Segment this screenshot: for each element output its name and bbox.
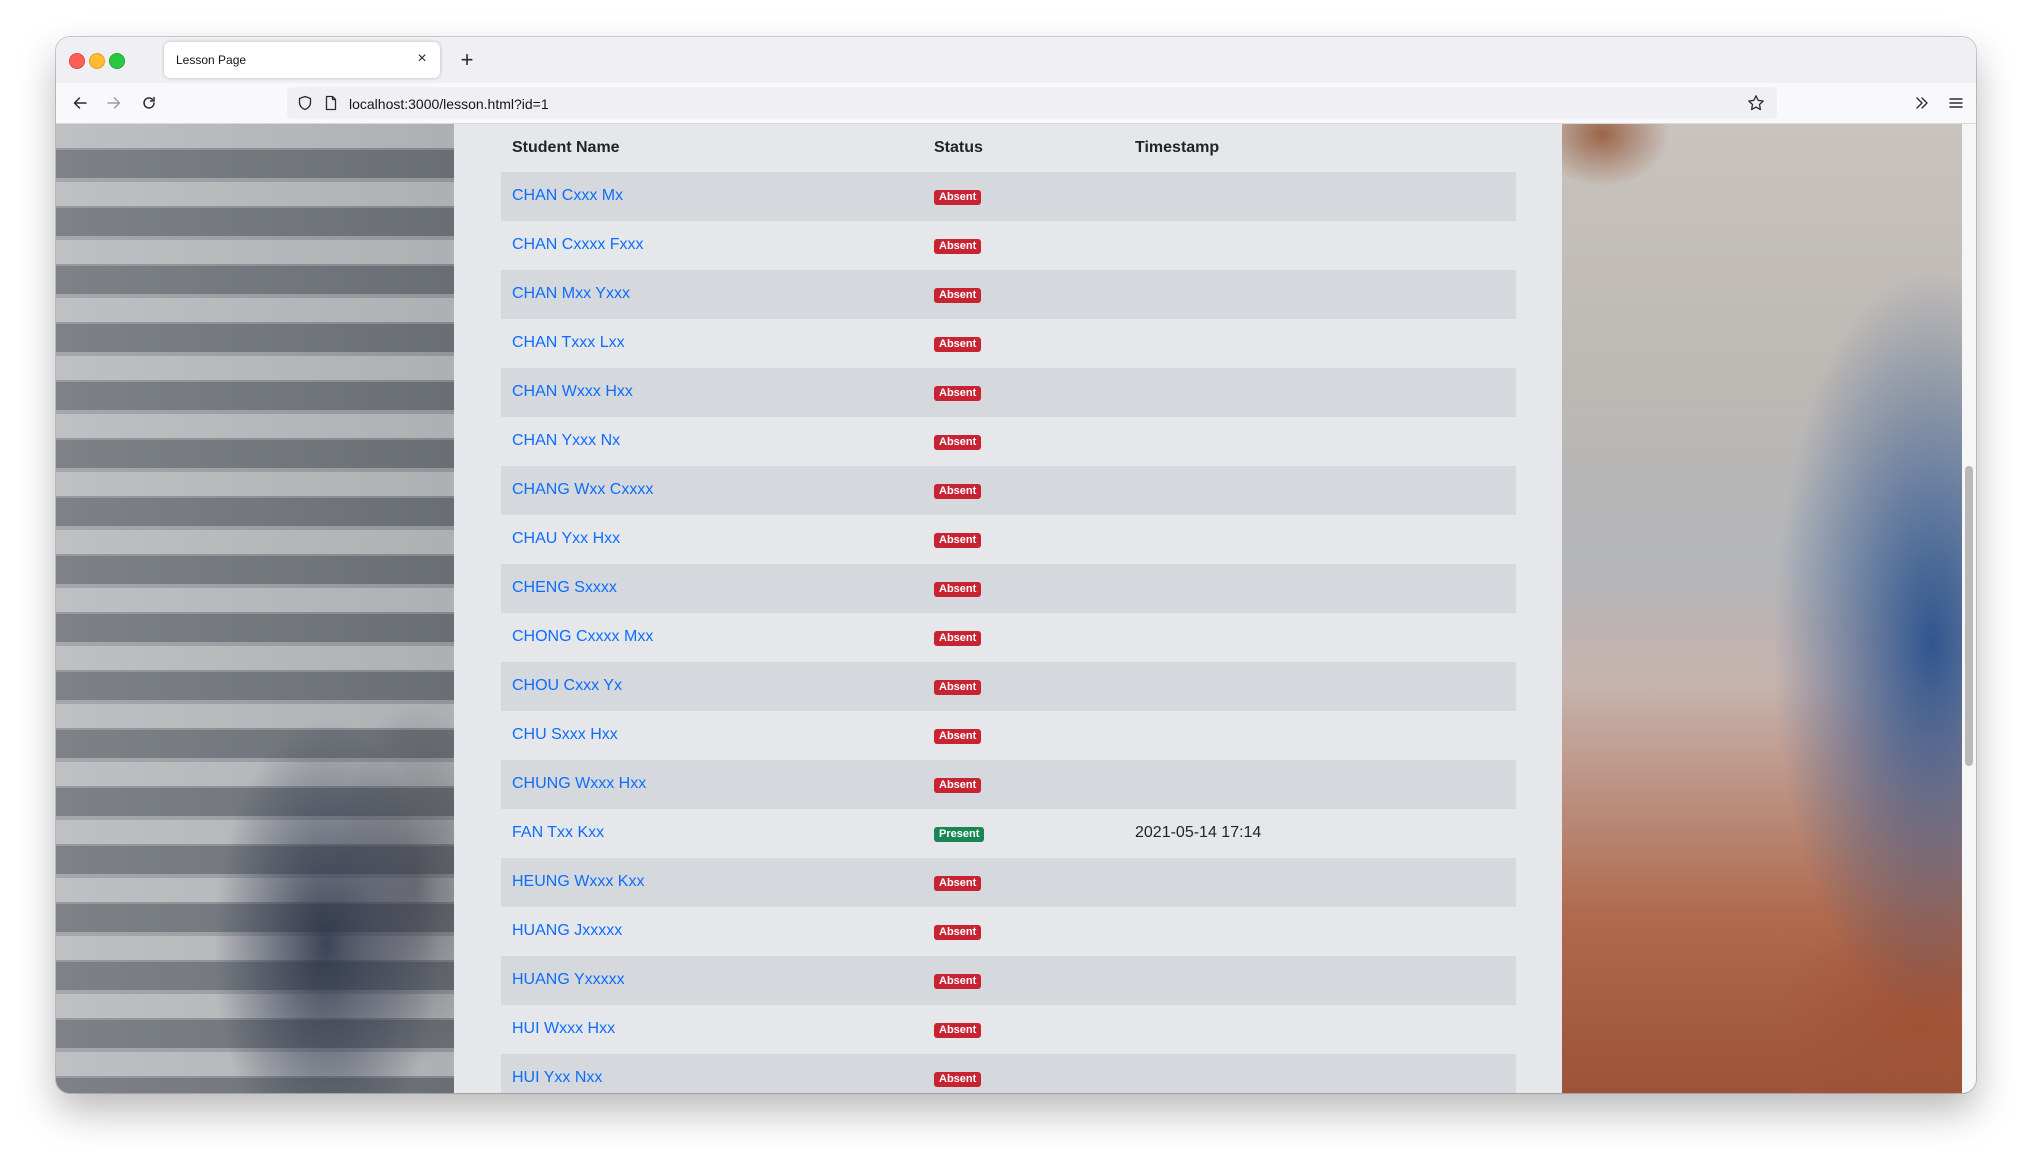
student-name-link[interactable]: CHAN Mxx Yxxx (512, 285, 630, 303)
timestamp-cell: 2021-05-14 17:14 (1135, 824, 1262, 841)
status-badge: Absent (934, 582, 982, 597)
overflow-menu-button[interactable] (1908, 89, 1936, 117)
status-badge: Absent (934, 1072, 982, 1087)
status-badge: Absent (934, 680, 982, 695)
arrow-left-icon (73, 97, 87, 109)
status-badge: Absent (934, 190, 982, 205)
browser-window: Lesson Page × + localhost:3000/lesson.ht… (56, 37, 1976, 1093)
tab-title: Lesson Page (176, 53, 247, 67)
tab-strip: Lesson Page × + (56, 37, 1976, 83)
status-badge: Absent (934, 925, 982, 940)
status-badge: Absent (934, 778, 982, 793)
status-badge: Absent (934, 533, 982, 548)
student-name-link[interactable]: CHAN Cxxxx Fxxx (512, 236, 644, 254)
student-name-link[interactable]: CHU Sxxx Hxx (512, 726, 618, 744)
status-badge: Absent (934, 876, 982, 891)
student-name-link[interactable]: CHOU Cxxx Yx (512, 677, 622, 695)
status-badge: Absent (934, 386, 982, 401)
app-menu-button[interactable] (1942, 89, 1970, 117)
close-tab-icon[interactable]: × (412, 49, 432, 69)
page-viewport: Student Name Status Timestamp CHAN Cxxx … (56, 124, 1976, 1093)
table-row: FAN Txx Kxx Present 2021-05-14 17:14 (501, 809, 1516, 858)
table-header: Student Name Status Timestamp (501, 124, 1516, 172)
table-row: HUANG Jxxxxx Absent (501, 907, 1516, 956)
table-row: CHU Sxxx Hxx Absent (501, 711, 1516, 760)
arrow-right-icon (107, 97, 121, 109)
table-body: CHAN Cxxx Mx Absent CHAN Cxxxx Fxxx Absent C… (501, 172, 1516, 1093)
student-name-link[interactable]: HUANG Jxxxxx (512, 922, 622, 940)
status-badge: Absent (934, 729, 982, 744)
table-row: HUI Wxxx Hxx Absent (501, 1005, 1516, 1054)
status-badge: Absent (934, 631, 982, 646)
student-name-link[interactable]: CHAN Cxxx Mx (512, 187, 623, 205)
student-name-link[interactable]: CHAN Txxx Lxx (512, 334, 625, 352)
column-header-student-name: Student Name (512, 139, 620, 156)
table-row: CHENG Sxxxx Absent (501, 564, 1516, 613)
chevrons-right-icon (1916, 97, 1928, 109)
page-icon[interactable] (323, 95, 339, 111)
status-badge: Absent (934, 239, 982, 254)
attendance-table: Student Name Status Timestamp CHAN Cxxx … (501, 124, 1516, 1093)
scrollbar-thumb[interactable] (1965, 466, 1973, 766)
status-badge: Absent (934, 974, 982, 989)
student-name-link[interactable]: HUI Yxx Nxx (512, 1069, 602, 1087)
table-row: CHUNG Wxxx Hxx Absent (501, 760, 1516, 809)
url-bar[interactable]: localhost:3000/lesson.html?id=1 (287, 87, 1777, 119)
minimize-window-button[interactable] (89, 53, 105, 69)
hamburger-menu-icon (1949, 98, 1963, 108)
back-button[interactable] (66, 89, 94, 117)
student-name-link[interactable]: CHONG Cxxxx Mxx (512, 628, 653, 646)
status-badge: Absent (934, 484, 982, 499)
background-photo-right-shading (1562, 124, 1962, 1093)
table-row: HUI Yxx Nxx Absent (501, 1054, 1516, 1093)
table-row: CHAN Wxxx Hxx Absent (501, 368, 1516, 417)
status-badge: Absent (934, 288, 982, 303)
vertical-scrollbar[interactable] (1962, 124, 1976, 1093)
forward-button[interactable] (100, 89, 128, 117)
shield-icon[interactable] (297, 95, 313, 111)
student-name-link[interactable]: HEUNG Wxxx Kxx (512, 873, 644, 891)
reload-button[interactable] (135, 89, 163, 117)
status-badge: Present (934, 827, 985, 842)
column-header-timestamp: Timestamp (1135, 139, 1220, 156)
star-icon[interactable] (1747, 94, 1765, 112)
status-badge: Absent (934, 435, 982, 450)
column-header-status: Status (934, 139, 983, 156)
student-name-link[interactable]: HUI Wxxx Hxx (512, 1020, 615, 1038)
student-name-link[interactable]: CHAN Yxxx Nx (512, 432, 620, 450)
student-name-link[interactable]: CHAN Wxxx Hxx (512, 383, 633, 401)
student-name-link[interactable]: CHAU Yxx Hxx (512, 530, 620, 548)
table-row: CHONG Cxxxx Mxx Absent (501, 613, 1516, 662)
table-row: CHAN Yxxx Nx Absent (501, 417, 1516, 466)
table-row: CHANG Wxx Cxxxx Absent (501, 466, 1516, 515)
attendance-panel: Student Name Status Timestamp CHAN Cxxx … (454, 124, 1562, 1093)
close-window-button[interactable] (69, 53, 85, 69)
zoom-window-button[interactable] (109, 53, 125, 69)
table-row: CHAN Txxx Lxx Absent (501, 319, 1516, 368)
reload-icon (143, 96, 155, 109)
student-name-link[interactable]: CHENG Sxxxx (512, 579, 617, 597)
table-row: HUANG Yxxxxx Absent (501, 956, 1516, 1005)
table-row: CHAN Cxxxx Fxxx Absent (501, 221, 1516, 270)
table-row: CHOU Cxxx Yx Absent (501, 662, 1516, 711)
status-badge: Absent (934, 337, 982, 352)
student-name-link[interactable]: CHANG Wxx Cxxxx (512, 481, 653, 499)
student-name-link[interactable]: CHUNG Wxxx Hxx (512, 775, 646, 793)
table-row: CHAN Mxx Yxxx Absent (501, 270, 1516, 319)
navigation-bar: localhost:3000/lesson.html?id=1 (56, 83, 1976, 124)
student-name-link[interactable]: HUANG Yxxxxx (512, 971, 625, 989)
student-name-link[interactable]: FAN Txx Kxx (512, 824, 604, 842)
table-row: HEUNG Wxxx Kxx Absent (501, 858, 1516, 907)
status-badge: Absent (934, 1023, 982, 1038)
background-photo-left-shading (56, 124, 454, 1093)
new-tab-button[interactable]: + (454, 47, 480, 73)
url-text[interactable]: localhost:3000/lesson.html?id=1 (349, 96, 549, 112)
table-row: CHAU Yxx Hxx Absent (501, 515, 1516, 564)
table-row: CHAN Cxxx Mx Absent (501, 172, 1516, 221)
tab-lesson-page[interactable]: Lesson Page × (164, 42, 440, 78)
